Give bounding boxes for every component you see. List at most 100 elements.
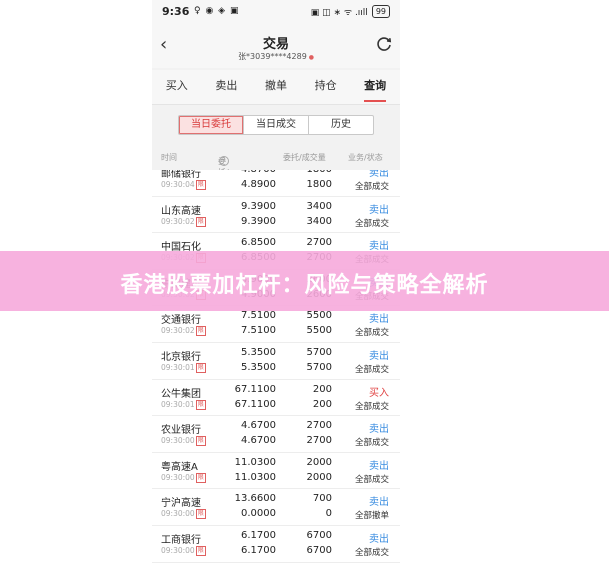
stock-name: 邮储银行 xyxy=(161,170,201,180)
order-qty: 5500 xyxy=(306,310,332,322)
page-title: 交易 xyxy=(262,37,289,52)
table-row[interactable]: 工商银行 09:30:00 限 6.1700 6.1700 6700 6700 卖出 全部成交 xyxy=(152,525,400,563)
limit-tag: 限 xyxy=(195,509,206,520)
table-row[interactable]: 公牛集团 09:30:01 限 67.1100 67.1100 200 200 买入 全部成交 xyxy=(152,379,400,417)
page-header: ‹ 交易 张*3039****4289 ● xyxy=(152,24,400,68)
order-time-text: 09:30:00 xyxy=(161,545,195,555)
order-time: 09:30:00 限 xyxy=(161,472,206,483)
order-side: 卖出 xyxy=(369,497,389,509)
filled-price: 4.6700 xyxy=(241,435,276,447)
order-time: 09:30:00 限 xyxy=(161,509,206,520)
filled-price: 6.1700 xyxy=(241,544,276,556)
order-price: 4.8700 xyxy=(241,170,276,175)
order-price: 7.5100 xyxy=(241,310,276,322)
stock-name: 山东高速 xyxy=(161,205,201,217)
col-time: 时间 xyxy=(161,153,177,162)
table-row[interactable]: 交通银行 09:30:02 限 7.5100 7.5100 5500 5500 卖出全部成交 xyxy=(152,306,400,343)
tab-today-trades[interactable]: 当日成交 xyxy=(244,116,309,134)
nav-cancel[interactable]: 撤单 xyxy=(251,70,301,104)
order-time: 09:30:01 限 xyxy=(161,362,206,373)
tab-history[interactable]: 历史 xyxy=(309,116,373,134)
filled-qty: 1800 xyxy=(306,179,332,190)
stock-name: 交通银行 xyxy=(161,315,201,327)
stock-name: 宁沪高速 xyxy=(161,498,201,510)
order-qty: 2700 xyxy=(306,420,332,432)
order-time-text: 09:30:01 xyxy=(161,399,195,409)
stock-name: 农业银行 xyxy=(161,425,201,437)
order-price: 4.6700 xyxy=(241,420,276,432)
main-nav: 买入 卖出 撤单 持仓 查询 xyxy=(152,70,400,105)
nav-sell[interactable]: 卖出 xyxy=(202,70,252,104)
order-qty: 3400 xyxy=(306,200,332,212)
order-price: 6.8500 xyxy=(241,237,276,249)
limit-tag: 限 xyxy=(195,216,206,227)
limit-tag: 限 xyxy=(195,399,206,410)
filled-price: 4.8900 xyxy=(241,179,276,190)
order-side: 卖出 xyxy=(369,241,389,253)
filled-price: 9.3900 xyxy=(241,215,276,227)
table-row[interactable]: 粤高速A 09:30:00 限 11.0300 11.0300 2000 2000 卖出 全部成… xyxy=(152,452,400,490)
nav-buy[interactable]: 买入 xyxy=(152,70,202,104)
order-price: 6.1700 xyxy=(241,529,276,541)
limit-tag: 限 xyxy=(195,545,206,556)
order-time-text: 09:30:02 xyxy=(161,326,195,336)
filled-price: 5.3500 xyxy=(241,361,276,373)
order-qty: 6700 xyxy=(306,529,332,541)
order-price: 11.0300 xyxy=(234,456,276,468)
order-price: 5.3500 xyxy=(241,346,276,358)
order-status: 全部成交 xyxy=(354,474,389,485)
order-time-text: 09:30:04 xyxy=(161,180,195,189)
system-icons: ▣ ◫ ∗ ᯤ .ııll 99 xyxy=(311,5,390,18)
filled-qty: 5500 xyxy=(306,325,332,337)
refresh-icon[interactable] xyxy=(374,34,394,54)
order-status: 全部成交 xyxy=(354,401,389,412)
battery-icon: 99 xyxy=(371,5,390,18)
limit-tag: 限 xyxy=(195,362,206,373)
order-time: 09:30:02限 xyxy=(161,216,206,227)
order-time: 09:30:00 限 xyxy=(161,545,206,556)
order-status: 全部成交 xyxy=(354,218,389,229)
stock-name: 粤高速A xyxy=(161,461,198,473)
table-row[interactable]: 北京银行 09:30:01 限 5.3500 5.3500 5700 5700 卖出 全部成交 xyxy=(152,342,400,380)
status-bar: 9:36 ♀ ◉ ◈ ▣ ▣ ◫ ∗ ᯤ .ııll 99 xyxy=(152,0,400,24)
order-time: 09:30:00 限 xyxy=(161,436,206,447)
table-row[interactable]: 邮储银行09:30:04限 4.8700 4.8900 1800 1800 卖出全部成交 xyxy=(152,170,400,197)
order-side: 卖出 xyxy=(369,350,389,362)
banner-text: 香港股票加杠杆：风险与策略全解析 xyxy=(120,273,489,298)
info-icon[interactable]: ? xyxy=(219,156,229,166)
signal-icon: ▣ ◫ ∗ ᯤ .ııll xyxy=(310,8,368,18)
table-row[interactable]: 农业银行 09:30:00 限 4.6700 4.6700 2700 2700 卖出 全部成交 xyxy=(152,416,400,453)
order-time-text: 09:30:01 xyxy=(161,362,195,372)
order-side: 卖出 xyxy=(369,460,389,472)
order-qty: 200 xyxy=(312,383,332,395)
filled-qty: 200 xyxy=(312,398,332,410)
order-side: 卖出 xyxy=(369,204,389,216)
order-time-text: 09:30:00 xyxy=(161,472,195,482)
order-time-text: 09:30:02 xyxy=(161,216,195,226)
status-time: 9:36 xyxy=(162,5,190,18)
order-qty: 2000 xyxy=(306,456,332,468)
order-status: 全部成交 xyxy=(354,328,389,339)
col-qty: 委托/成交量 xyxy=(283,153,326,162)
filled-qty: 2700 xyxy=(306,435,332,447)
filled-qty: 3400 xyxy=(306,215,332,227)
order-time: 09:30:02限 xyxy=(161,326,206,337)
filled-price: 7.5100 xyxy=(241,325,276,337)
nav-positions[interactable]: 持仓 xyxy=(301,70,351,104)
table-row[interactable]: 宁沪高速 09:30:00 限 13.6600 0.0000 700 0 卖出 全部撤单 xyxy=(152,489,400,526)
limit-tag: 限 xyxy=(195,472,206,483)
tab-today-orders[interactable]: 当日委托 xyxy=(179,116,244,134)
account-number: 张*3039****4289 xyxy=(238,52,307,61)
order-list[interactable]: 邮储银行09:30:04限4.87004.890018001800卖出全部成交山… xyxy=(152,170,400,563)
order-side: 卖出 xyxy=(369,424,389,436)
order-qty: 1800 xyxy=(307,170,332,175)
table-row[interactable]: 山东高速 09:30:02 限 9.3900 9.3900 3400 3400 卖出 全部成交 xyxy=(152,196,400,234)
filled-price: 11.0300 xyxy=(234,471,276,483)
filled-price: 67.1100 xyxy=(234,398,276,410)
nav-query[interactable]: 查询 xyxy=(350,70,400,104)
order-side: 卖出 xyxy=(369,314,389,326)
notification-icons: ♀ ◉ ◈ ▣ xyxy=(194,6,240,16)
order-list-inner: 邮储银行09:30:04限4.87004.890018001800卖出全部成交山… xyxy=(152,170,400,563)
limit-tag: 限 xyxy=(195,436,206,447)
order-price: 13.6600 xyxy=(234,493,276,505)
